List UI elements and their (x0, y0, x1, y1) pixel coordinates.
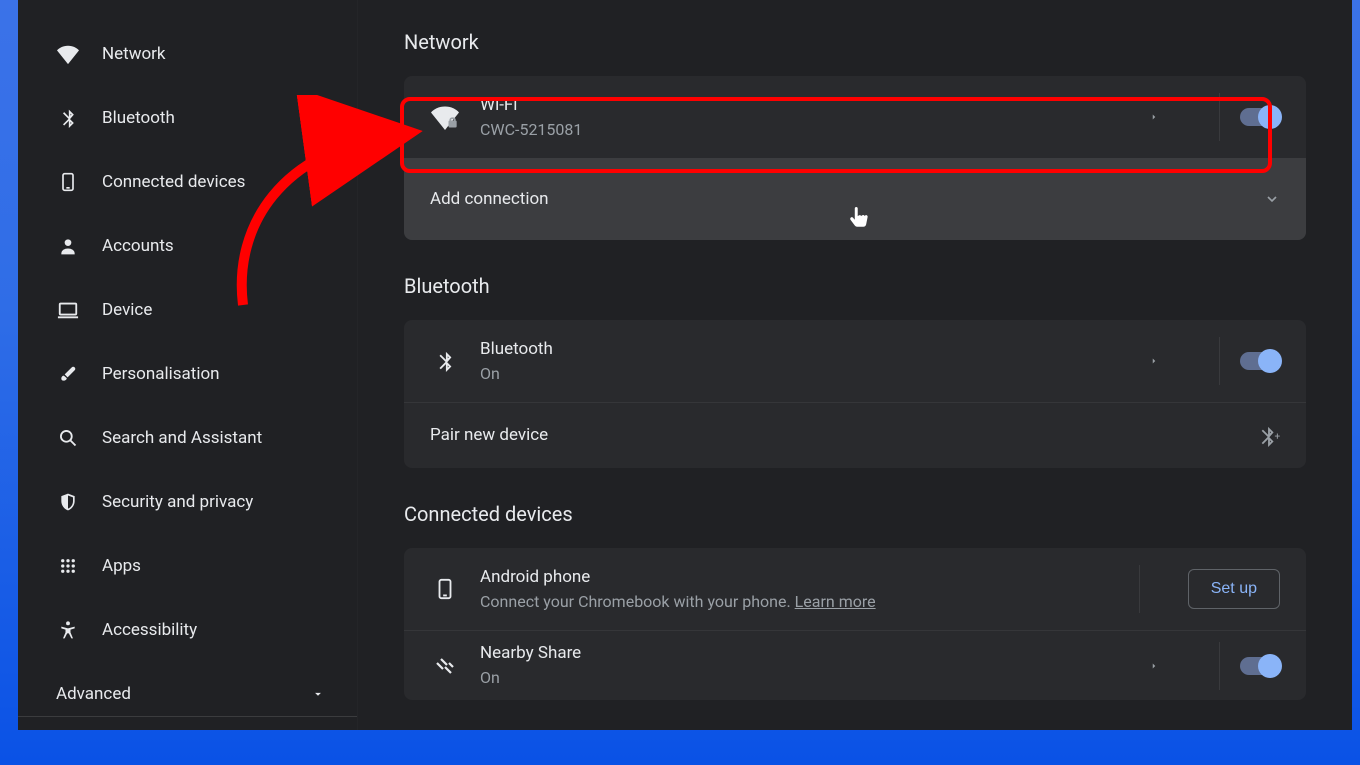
sidebar-item-accessibility[interactable]: Accessibility (18, 598, 357, 662)
sidebar-item-label: Security and privacy (102, 492, 253, 512)
sidebar-item-label: Device (102, 300, 152, 320)
bluetooth-add-icon: + (1258, 425, 1280, 447)
sidebar-item-label: Personalisation (102, 364, 220, 384)
sidebar-item-connected-devices[interactable]: Connected devices (18, 150, 357, 214)
pair-label: Pair new device (430, 424, 1258, 447)
sidebar-item-bluetooth[interactable]: Bluetooth (18, 86, 357, 150)
add-connection-row[interactable]: Add connection (404, 158, 1306, 240)
sidebar-item-network[interactable]: Network (18, 22, 357, 86)
search-icon (56, 426, 80, 450)
sidebar-item-label: Network (102, 44, 166, 64)
sidebar-item-label: Connected devices (102, 172, 245, 192)
connected-devices-card: Android phone Connect your Chromebook wi… (404, 548, 1306, 700)
sidebar-item-label: Bluetooth (102, 108, 175, 128)
sidebar-item-label: Apps (102, 556, 141, 576)
wifi-title: Wi-Fi (480, 94, 1137, 117)
sidebar-item-personalisation[interactable]: Personalisation (18, 342, 357, 406)
chevron-right-icon (1149, 659, 1159, 673)
set-up-button[interactable]: Set up (1188, 569, 1280, 609)
settings-content: Network Wi-Fi CWC-5215081 Add connection (358, 0, 1352, 730)
bluetooth-icon (430, 346, 460, 376)
chevron-down-icon (311, 687, 325, 701)
nearby-share-row[interactable]: Nearby Share On (404, 630, 1306, 700)
advanced-label: Advanced (56, 684, 131, 704)
bluetooth-toggle[interactable] (1240, 352, 1280, 370)
chevron-right-icon (1149, 354, 1159, 368)
wifi-subtitle: CWC-5215081 (480, 119, 1137, 141)
wifi-row[interactable]: Wi-Fi CWC-5215081 (404, 76, 1306, 158)
section-title-network: Network (404, 30, 1306, 54)
settings-window: Network Bluetooth Connected devices Acco… (18, 0, 1352, 730)
bluetooth-row-title: Bluetooth (480, 338, 1137, 361)
sidebar: Network Bluetooth Connected devices Acco… (18, 0, 358, 730)
shield-icon (56, 490, 80, 514)
chevron-right-icon (1149, 110, 1159, 124)
nearby-share-icon (430, 651, 460, 681)
sidebar-item-label: Accounts (102, 236, 174, 256)
wifi-toggle[interactable] (1240, 108, 1280, 126)
android-subtitle: Connect your Chromebook with your phone.… (480, 591, 1119, 613)
nearby-title: Nearby Share (480, 642, 1137, 665)
sidebar-item-security-privacy[interactable]: Security and privacy (18, 470, 357, 534)
network-card: Wi-Fi CWC-5215081 Add connection (404, 76, 1306, 240)
divider (1219, 642, 1220, 690)
person-icon (56, 234, 80, 258)
brush-icon (56, 362, 80, 386)
learn-more-link[interactable]: Learn more (795, 592, 876, 611)
accessibility-icon (56, 618, 80, 642)
wifi-lock-icon (430, 102, 460, 132)
laptop-icon (56, 298, 80, 322)
bluetooth-icon (56, 106, 80, 130)
nearby-share-toggle[interactable] (1240, 657, 1280, 675)
sidebar-advanced[interactable]: Advanced (18, 666, 357, 717)
svg-text:+: + (1275, 431, 1281, 442)
sidebar-item-label: Accessibility (102, 620, 197, 640)
chevron-down-icon (1264, 191, 1280, 207)
pair-new-device-row[interactable]: Pair new device + (404, 402, 1306, 468)
apps-grid-icon (56, 554, 80, 578)
nearby-sub: On (480, 667, 1137, 689)
divider (1139, 565, 1140, 613)
wifi-icon (56, 42, 80, 66)
bluetooth-row[interactable]: Bluetooth On (404, 320, 1306, 402)
sidebar-item-apps[interactable]: Apps (18, 534, 357, 598)
sidebar-item-search-assistant[interactable]: Search and Assistant (18, 406, 357, 470)
divider (1219, 93, 1220, 141)
bluetooth-row-sub: On (480, 363, 1137, 385)
section-title-bluetooth: Bluetooth (404, 274, 1306, 298)
add-connection-label: Add connection (430, 188, 549, 211)
section-title-connected: Connected devices (404, 502, 1306, 526)
bluetooth-card: Bluetooth On Pair new device + (404, 320, 1306, 468)
sidebar-item-label: Search and Assistant (102, 428, 262, 448)
smartphone-icon (430, 574, 460, 604)
smartphone-icon (56, 170, 80, 194)
sidebar-item-accounts[interactable]: Accounts (18, 214, 357, 278)
android-title: Android phone (480, 566, 1119, 589)
sidebar-item-device[interactable]: Device (18, 278, 357, 342)
divider (1219, 337, 1220, 385)
android-phone-row: Android phone Connect your Chromebook wi… (404, 548, 1306, 630)
